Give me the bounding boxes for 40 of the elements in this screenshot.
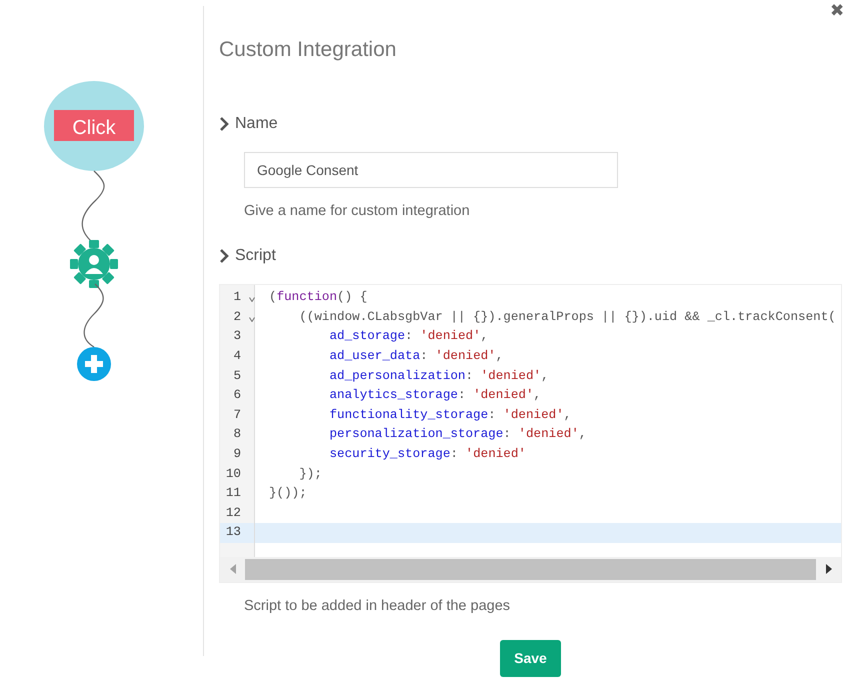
scrollbar-thumb[interactable]	[245, 558, 816, 580]
code-line: }());	[268, 485, 308, 502]
line-number: 12	[226, 504, 241, 522]
line-number: 4	[233, 348, 241, 366]
connector-line	[84, 284, 104, 348]
line-number: 3	[233, 328, 241, 346]
line-number: 11	[226, 485, 241, 502]
line-number: 6	[233, 387, 241, 404]
chevron-icon[interactable]	[219, 116, 229, 130]
line-number: 13	[226, 524, 241, 542]
line-number: 8	[233, 426, 241, 444]
line-number: 1	[233, 289, 241, 306]
code-line: analytics_storage: 'denied',	[328, 387, 542, 404]
gear-user-icon[interactable]	[70, 240, 118, 288]
panel-title: Custom Integration	[219, 37, 398, 63]
code-line: functionality_storage: 'denied',	[328, 406, 572, 424]
section-heading: Script	[235, 246, 276, 266]
line-number: 5	[233, 368, 241, 385]
node-label: Click	[72, 117, 116, 139]
name-field[interactable]: Google Consent	[244, 152, 618, 188]
help-text: Script to be added in header of the pages	[244, 596, 512, 616]
line-number: 10	[226, 466, 241, 483]
trigger-node[interactable]: Click	[44, 81, 144, 171]
code-line: ad_user_data: 'denied',	[328, 348, 504, 366]
code-line: });	[298, 466, 323, 483]
code-line: ((window.CLabsgbVar || {}).generalProps || {}).uid && _cl.trackConsent(	[298, 308, 837, 326]
help-text: Give a name for custom integration	[244, 202, 471, 220]
line-number: 2	[233, 308, 241, 326]
line-number: 9	[233, 446, 241, 463]
code-line: security_storage: 'denied'	[328, 446, 527, 463]
line-number: 7	[233, 406, 241, 424]
code-line: ad_storage: 'denied',	[328, 328, 490, 346]
code-line: ad_personalization: 'denied',	[328, 368, 550, 385]
code-line: (function() {	[268, 289, 368, 306]
section-heading: Name	[235, 114, 278, 134]
save-button[interactable]: Save	[500, 640, 561, 677]
chevron-icon[interactable]	[219, 249, 229, 264]
code-line: personalization_storage: 'denied',	[328, 426, 588, 444]
add-icon[interactable]	[77, 347, 111, 381]
close-button[interactable]: ✖	[830, 2, 844, 19]
